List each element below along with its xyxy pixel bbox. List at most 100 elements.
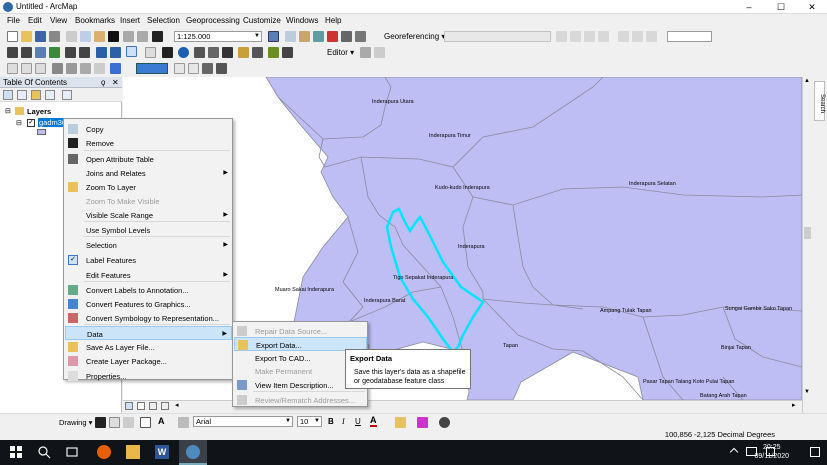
menu-selection[interactable]: Selection — [147, 16, 180, 25]
scroll-thumb[interactable] — [804, 227, 811, 239]
undo-icon[interactable] — [123, 31, 134, 42]
back-extent-icon[interactable] — [96, 47, 107, 58]
menu-item-open-attribute-table[interactable]: Open Attribute Table — [65, 152, 232, 166]
georef-tool-4-icon[interactable] — [598, 31, 609, 42]
arctoolbox-icon[interactable] — [327, 31, 338, 42]
identify-icon[interactable] — [178, 47, 189, 58]
html-popup-icon[interactable] — [252, 47, 263, 58]
arcmap-taskbar-button[interactable] — [179, 440, 207, 465]
layout-zoom-icon[interactable] — [188, 63, 199, 74]
font-family-combobox[interactable]: Arial ▼ — [193, 416, 293, 427]
edit-annotation-icon[interactable] — [374, 47, 385, 58]
menu-geoprocessing[interactable]: Geoprocessing — [186, 16, 240, 25]
layer-symbol-swatch[interactable] — [37, 129, 46, 135]
cut-icon[interactable] — [66, 31, 77, 42]
georef-tool-6-icon[interactable] — [632, 31, 643, 42]
new-icon[interactable] — [7, 31, 18, 42]
notification-icon[interactable] — [810, 447, 820, 457]
menu-item-properties[interactable]: Properties... — [65, 369, 232, 383]
menu-customize[interactable]: Customize — [243, 16, 281, 25]
underline-button[interactable]: U — [355, 417, 361, 426]
layer-visibility-checkbox[interactable]: ✓ — [27, 119, 35, 127]
select-features-icon[interactable] — [126, 46, 137, 57]
minimize-button[interactable]: – — [734, 0, 764, 14]
scroll-down-icon[interactable]: ▼ — [804, 389, 810, 395]
fixed-zoom-in-icon[interactable] — [65, 47, 76, 58]
menu-item-copy[interactable]: Copy — [65, 122, 232, 136]
toc-root-layers[interactable]: Layers — [27, 107, 51, 116]
save-icon[interactable] — [35, 31, 46, 42]
color-picker[interactable] — [136, 63, 168, 74]
menu-view[interactable]: View — [50, 16, 67, 25]
layout-pan-icon[interactable] — [202, 63, 213, 74]
flicker-icon[interactable] — [35, 63, 46, 74]
color-icon[interactable] — [110, 63, 121, 74]
rotate-icon[interactable] — [109, 417, 120, 428]
tray-chevron-icon[interactable] — [729, 447, 739, 457]
menu-item-convert-features-to-graphics[interactable]: Convert Features to Graphics... — [65, 297, 232, 311]
taskbar-clock[interactable]: 20:25 09/11/2020 — [754, 443, 789, 461]
scroll-right-icon[interactable]: ▸ — [792, 401, 796, 409]
menu-item-data[interactable]: Data ▶ — [65, 326, 232, 340]
list-by-visibility-icon[interactable] — [31, 90, 41, 100]
pan-icon[interactable] — [35, 47, 46, 58]
model-builder-icon[interactable] — [355, 31, 366, 42]
line-color-icon[interactable] — [417, 417, 428, 428]
layout-tool-icon[interactable] — [216, 63, 227, 74]
georef-tool-3-icon[interactable] — [584, 31, 595, 42]
georeferencing-label[interactable]: Georeferencing ▾ — [384, 32, 445, 41]
font-size-combobox[interactable]: 10 ▼ — [297, 416, 322, 427]
toc-close-icon[interactable]: ✕ — [112, 78, 119, 87]
list-by-drawing-order-icon[interactable] — [3, 90, 13, 100]
firefox-icon[interactable] — [97, 445, 111, 459]
italic-button[interactable]: I — [342, 417, 345, 426]
zoom-out-icon[interactable] — [21, 47, 32, 58]
collapse-icon[interactable]: ⊟ — [5, 107, 11, 115]
text-tool-icon[interactable]: A — [158, 416, 165, 426]
select-element-icon[interactable] — [95, 417, 106, 428]
windows-start-icon[interactable] — [9, 445, 23, 459]
menu-insert[interactable]: Insert — [120, 16, 140, 25]
map-vertical-scrollbar[interactable]: ▲ ▼ — [802, 77, 812, 413]
menu-bookmarks[interactable]: Bookmarks — [75, 16, 115, 25]
menu-item-convert-labels-to-annotation[interactable]: Convert Labels to Annotation... — [65, 283, 232, 297]
scale-combobox[interactable]: 1:125.000 ▼ — [174, 31, 262, 42]
toc-window-icon[interactable] — [285, 31, 296, 42]
zoom-whole-page-icon[interactable] — [123, 417, 134, 428]
select-elements-icon[interactable] — [162, 47, 173, 58]
list-by-source-icon[interactable] — [17, 90, 27, 100]
forward-extent-icon[interactable] — [110, 47, 121, 58]
catalog-icon[interactable] — [299, 31, 310, 42]
map-horizontal-scrollbar[interactable]: ◂ ▸ — [123, 400, 802, 413]
editor-toolbar-icon[interactable] — [268, 31, 279, 42]
delete-icon[interactable] — [108, 31, 119, 42]
refresh-icon[interactable] — [149, 402, 157, 410]
redo-icon[interactable] — [137, 31, 148, 42]
adjust-brightness-icon[interactable] — [66, 63, 77, 74]
full-extent-icon[interactable] — [49, 47, 60, 58]
menu-item-edit-features[interactable]: Edit Features ▶ — [65, 268, 232, 282]
python-icon[interactable] — [341, 31, 352, 42]
menu-item-joins-and-relates[interactable]: Joins and Relates ▶ — [65, 166, 232, 180]
font-color-icon[interactable]: A — [370, 415, 377, 427]
menu-edit[interactable]: Edit — [28, 16, 42, 25]
menu-file[interactable]: File — [7, 16, 20, 25]
toc-options-icon[interactable] — [62, 90, 72, 100]
georef-tool-7-icon[interactable] — [646, 31, 657, 42]
open-icon[interactable] — [21, 31, 32, 42]
edit-tool-icon[interactable] — [360, 47, 371, 58]
zoom-in-icon[interactable] — [7, 47, 18, 58]
viewer-icon[interactable] — [282, 47, 293, 58]
menu-help[interactable]: Help — [325, 16, 341, 25]
marker-color-icon[interactable] — [439, 417, 450, 428]
adjust-contrast-icon[interactable] — [52, 63, 63, 74]
menu-item-remove[interactable]: Remove — [65, 136, 232, 150]
search-icon[interactable] — [37, 445, 51, 459]
rectangle-icon[interactable] — [140, 417, 151, 428]
fill-color-icon[interactable] — [395, 417, 406, 428]
search-window-icon[interactable] — [313, 31, 324, 42]
close-button[interactable]: ✕ — [797, 0, 827, 14]
pause-drawing-icon[interactable] — [161, 402, 169, 410]
file-explorer-icon[interactable] — [126, 445, 140, 459]
layout-view-icon[interactable] — [137, 402, 145, 410]
